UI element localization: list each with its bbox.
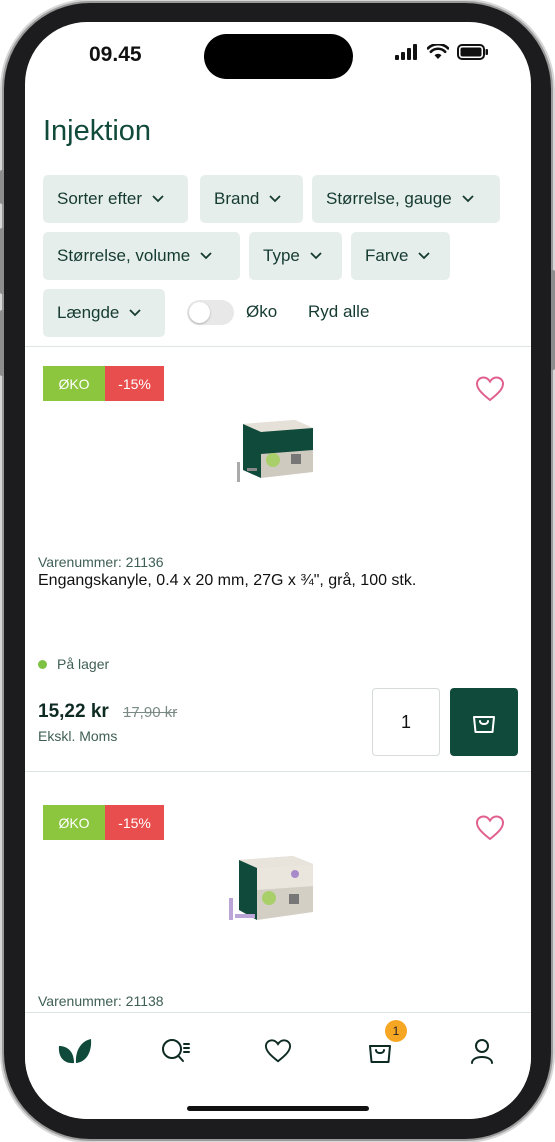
cart-count-badge: 1 bbox=[385, 1020, 407, 1042]
filter-color-label: Farve bbox=[365, 246, 409, 265]
stock-status: På lager bbox=[38, 656, 109, 672]
heart-icon[interactable] bbox=[475, 375, 505, 403]
clear-all-button[interactable]: Ryd alle bbox=[308, 302, 369, 322]
eco-badge: ØKO bbox=[43, 366, 105, 401]
chevron-down-icon bbox=[462, 195, 474, 203]
filter-length-label: Længde bbox=[57, 303, 120, 322]
filter-type[interactable]: Type bbox=[249, 232, 342, 280]
battery-icon bbox=[457, 44, 488, 60]
heart-icon[interactable] bbox=[475, 814, 505, 842]
side-button-power bbox=[551, 270, 555, 370]
filter-volume-label: Størrelse, volume bbox=[57, 246, 191, 265]
signal-icon bbox=[395, 44, 417, 60]
eco-toggle-knob bbox=[189, 302, 210, 323]
home-leaf-icon bbox=[58, 1039, 92, 1064]
chevron-down-icon bbox=[418, 252, 431, 260]
eco-toggle-label: Øko bbox=[246, 302, 278, 321]
filter-type-label: Type bbox=[263, 246, 300, 265]
in-stock-dot bbox=[38, 659, 47, 669]
side-button-volume-up bbox=[0, 228, 4, 294]
quantity-input[interactable]: 1 bbox=[372, 688, 440, 756]
chevron-down-icon bbox=[269, 195, 282, 203]
filter-gauge[interactable]: Størrelse, gauge bbox=[312, 175, 500, 223]
search-icon bbox=[162, 1039, 190, 1062]
home-indicator[interactable] bbox=[187, 1106, 369, 1111]
discount-badge: -15% bbox=[105, 366, 164, 401]
stock-label: På lager bbox=[57, 656, 110, 672]
side-button-volume-down bbox=[0, 310, 4, 376]
status-bar: 09.45 bbox=[25, 22, 531, 82]
filter-sort[interactable]: Sorter efter bbox=[43, 175, 188, 223]
filter-color[interactable]: Farve bbox=[351, 232, 450, 280]
eco-toggle[interactable] bbox=[187, 300, 234, 325]
status-time: 09.45 bbox=[89, 43, 142, 66]
wifi-icon bbox=[427, 44, 449, 59]
product-image[interactable] bbox=[233, 414, 315, 484]
divider bbox=[25, 771, 531, 772]
side-button-action bbox=[0, 170, 4, 204]
product-old-price: 17,90 kr bbox=[123, 704, 178, 721]
cart-icon bbox=[369, 1045, 391, 1063]
nav-favorites[interactable] bbox=[260, 1033, 296, 1069]
tax-note: Ekskl. Moms bbox=[38, 728, 118, 744]
user-icon bbox=[471, 1039, 493, 1064]
heart-icon bbox=[264, 1039, 292, 1063]
chevron-down-icon bbox=[310, 252, 322, 260]
nav-account[interactable] bbox=[464, 1033, 500, 1069]
dynamic-island bbox=[204, 34, 353, 79]
chevron-down-icon bbox=[129, 309, 142, 317]
filter-brand-label: Brand bbox=[214, 189, 260, 208]
product-name[interactable]: Engangskanyle, 0.4 x 20 mm, 27G x ¾", gr… bbox=[38, 572, 416, 590]
filter-gauge-label: Størrelse, gauge bbox=[326, 189, 452, 208]
filter-volume[interactable]: Størrelse, volume bbox=[43, 232, 240, 280]
chevron-down-icon bbox=[152, 195, 164, 203]
bottom-nav bbox=[25, 1012, 531, 1119]
product-sku: Varenummer: 21136 bbox=[38, 554, 164, 570]
product-image[interactable] bbox=[225, 852, 317, 928]
product-sku: Varenummer: 21138 bbox=[38, 993, 164, 1009]
add-to-cart-button[interactable] bbox=[450, 688, 518, 756]
eco-badge: ØKO bbox=[43, 805, 105, 840]
filter-sort-label: Sorter efter bbox=[57, 189, 143, 208]
filter-length[interactable]: Længde bbox=[43, 289, 165, 337]
nav-home[interactable] bbox=[57, 1033, 93, 1069]
page-title: Injektion bbox=[43, 115, 152, 147]
product-price: 15,22 kr bbox=[38, 701, 109, 722]
shopping-bag-icon bbox=[473, 716, 495, 733]
nav-search[interactable] bbox=[158, 1033, 194, 1069]
filter-brand[interactable]: Brand bbox=[200, 175, 303, 223]
status-icons bbox=[395, 44, 489, 60]
quantity-value: 1 bbox=[400, 711, 411, 732]
discount-badge: -15% bbox=[105, 805, 164, 840]
screen: 09.45 Injektion Sorter efter Brand Størr… bbox=[25, 22, 531, 1119]
chevron-down-icon bbox=[200, 252, 212, 260]
divider bbox=[25, 346, 531, 347]
